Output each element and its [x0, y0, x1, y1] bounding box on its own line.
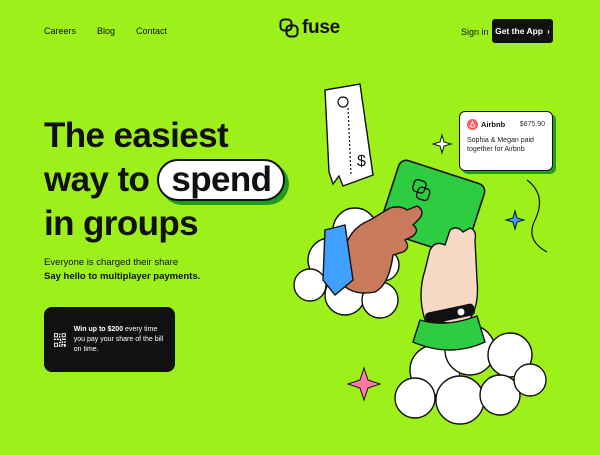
brand-logo[interactable]: fuse [279, 17, 340, 39]
headline-line-1: The easiest [44, 116, 229, 155]
promo-bold-text: Win up to $200 [73, 325, 124, 333]
headline-line-3: in groups [44, 204, 199, 243]
get-the-app-label: Get the App [495, 26, 543, 36]
subtitle-bold-text: Say hello to multiplayer payments. [44, 271, 201, 282]
fuse-logo-icon [279, 18, 299, 38]
promo-card[interactable]: Win up to $200 every time you pay your s… [44, 307, 175, 372]
chevron-right-icon: › [547, 26, 550, 36]
headline-line-2: way to [44, 160, 150, 199]
hero-headline: The easiest way to spend in groups [44, 114, 286, 246]
notification-message: Sophia & Megan paid together for Airbnb [467, 137, 534, 153]
nav-link-blog[interactable]: Blog [97, 26, 115, 36]
brand-name: fuse [302, 17, 340, 38]
nav-link-contact[interactable]: Contact [136, 26, 167, 36]
notification-amount: $675.90 [519, 121, 545, 128]
qr-code-icon [54, 332, 66, 347]
headline-highlight-pill: spend [157, 159, 286, 201]
svg-text:$: $ [357, 153, 366, 170]
nav-links: Careers Blog Contact [44, 26, 167, 36]
notification-header: Airbnb $675.90 [467, 119, 545, 130]
sign-in-link[interactable]: Sign in [461, 27, 489, 37]
promo-text: Win up to $200 every time you pay your s… [74, 325, 165, 355]
hero-subtitle: Everyone is charged their share Say hell… [44, 256, 200, 284]
get-the-app-button[interactable]: Get the App › [492, 19, 553, 43]
receipt [324, 83, 374, 187]
subtitle-text: Everyone is charged their share [44, 257, 179, 268]
notification-merchant: Airbnb [481, 120, 506, 129]
airbnb-icon [467, 119, 478, 130]
nav-link-careers[interactable]: Careers [44, 26, 76, 36]
payment-notification-card: Airbnb $675.90 Sophia & Megan paid toget… [459, 111, 553, 171]
